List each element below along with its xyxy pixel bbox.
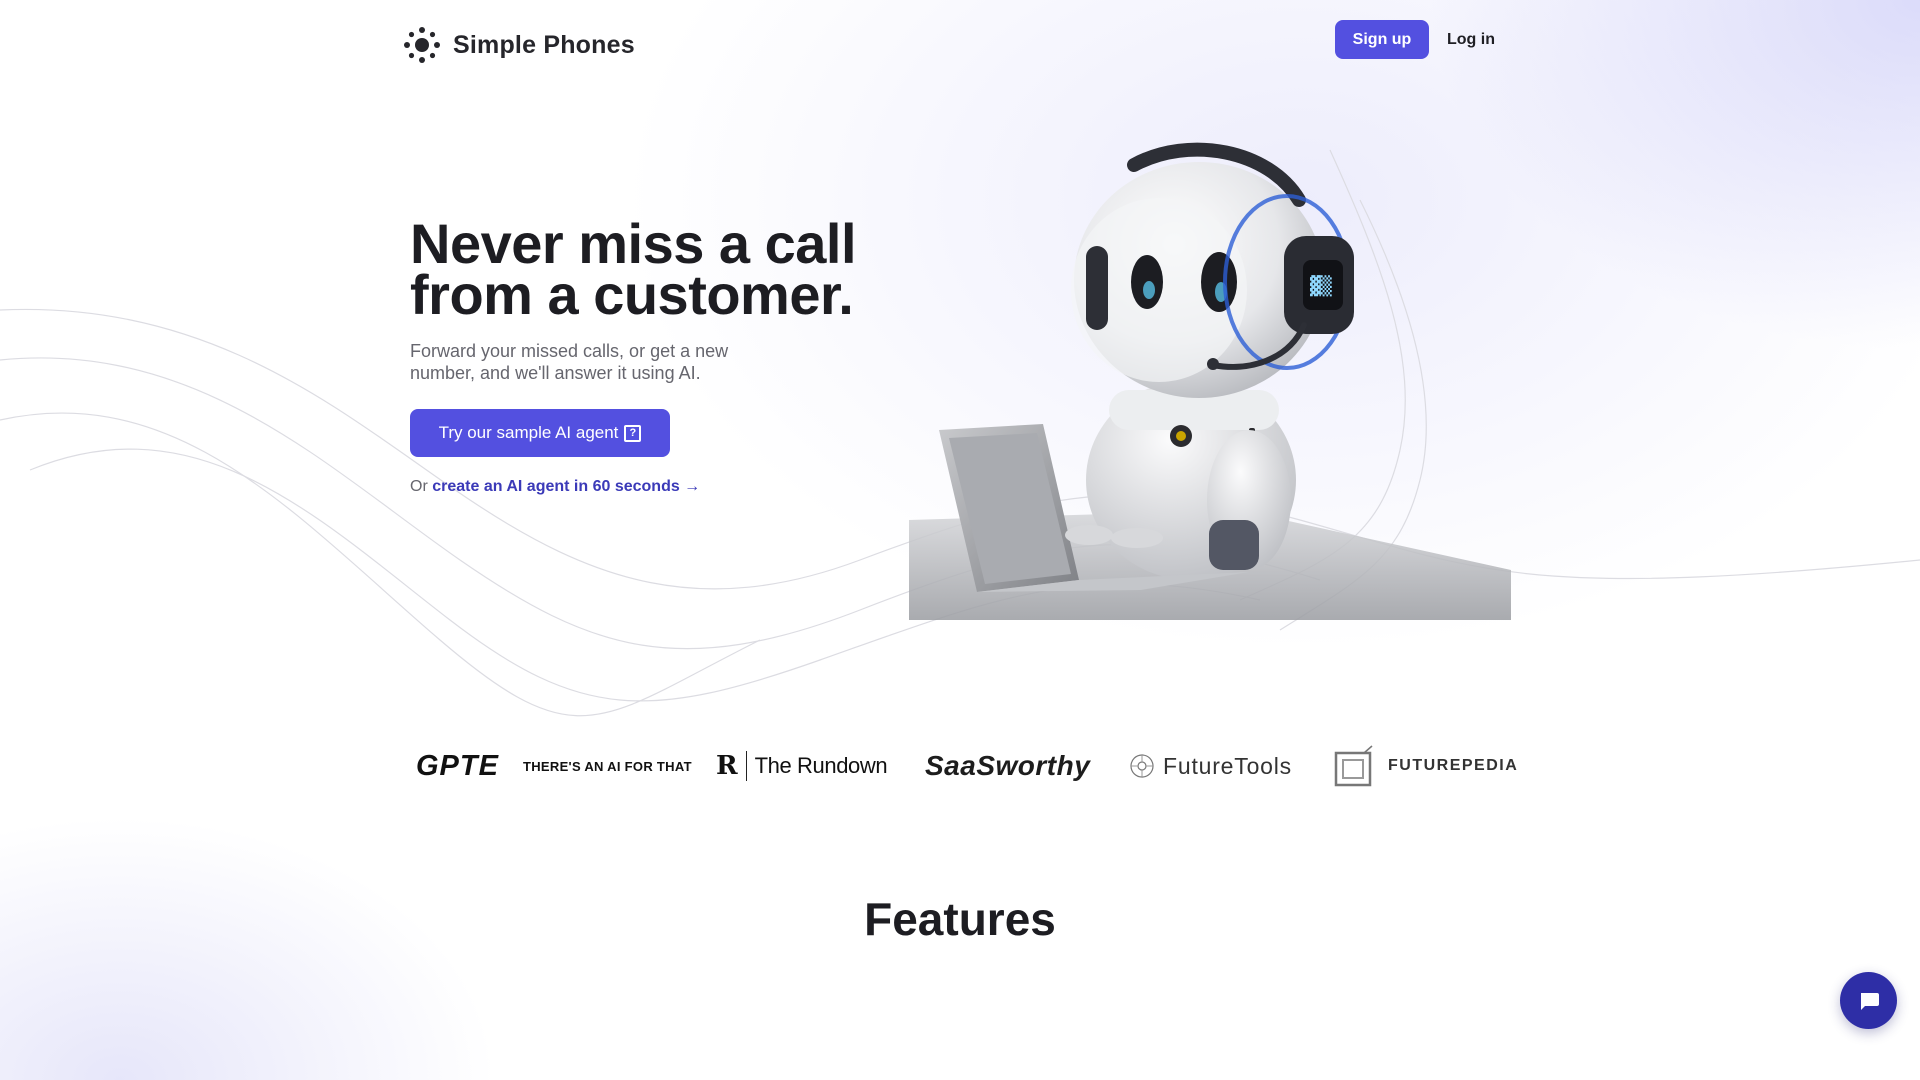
create-agent-line: Or create an AI agent in 60 seconds → (410, 476, 700, 498)
try-sample-agent-button[interactable]: Try our sample AI agent ? (410, 409, 670, 457)
brand-logo[interactable]: Simple Phones (403, 26, 635, 64)
futuretools-text: FutureTools (1163, 752, 1292, 779)
question-box-icon: ? (624, 424, 642, 442)
features-heading: Features (864, 893, 1056, 945)
cta-label: Try our sample AI agent (438, 423, 619, 442)
sun-burst-icon (404, 27, 440, 63)
signup-button[interactable]: Sign up (1335, 20, 1429, 59)
create-agent-link[interactable]: create an AI agent in 60 seconds → (432, 478, 700, 495)
chat-launcher-button[interactable] (1840, 972, 1897, 1029)
logo-futurepedia[interactable]: FUTUREPEDIA (1334, 736, 1518, 796)
logo-the-rundown[interactable]: R The Rundown (716, 736, 888, 796)
svg-text:▓▒: ▓▒ (1310, 275, 1332, 297)
hero-subtitle: Forward your missed calls, or get a new … (410, 341, 729, 383)
logo-futuretools[interactable]: FutureTools (1129, 736, 1292, 796)
logo-theres-an-ai-for-that[interactable]: THERE'S AN AI FOR THAT (523, 736, 692, 796)
rundown-mark: R (716, 751, 738, 781)
futuretools-icon (1130, 754, 1154, 778)
robot-illustration: ▓▒ (909, 142, 1511, 620)
featured-logos-row: GPTE THERE'S AN AI FOR THAT R The Rundow… (410, 736, 1517, 796)
futurepedia-text: FUTUREPEDIA (1388, 757, 1519, 774)
brand-name: Simple Phones (453, 30, 635, 59)
rundown-text: The Rundown (754, 753, 888, 778)
hero-title: Never miss a call from a customer. (410, 212, 857, 326)
login-link[interactable]: Log in (1447, 28, 1495, 52)
chat-bubble-icon (1860, 992, 1879, 1010)
rundown-divider (745, 751, 747, 781)
logo-gpte[interactable]: GPTE (416, 736, 499, 796)
futurepedia-icon (1334, 745, 1373, 787)
logo-saasworthy[interactable]: SaaSworthy (925, 736, 1090, 796)
alt-prefix: Or (410, 478, 428, 495)
